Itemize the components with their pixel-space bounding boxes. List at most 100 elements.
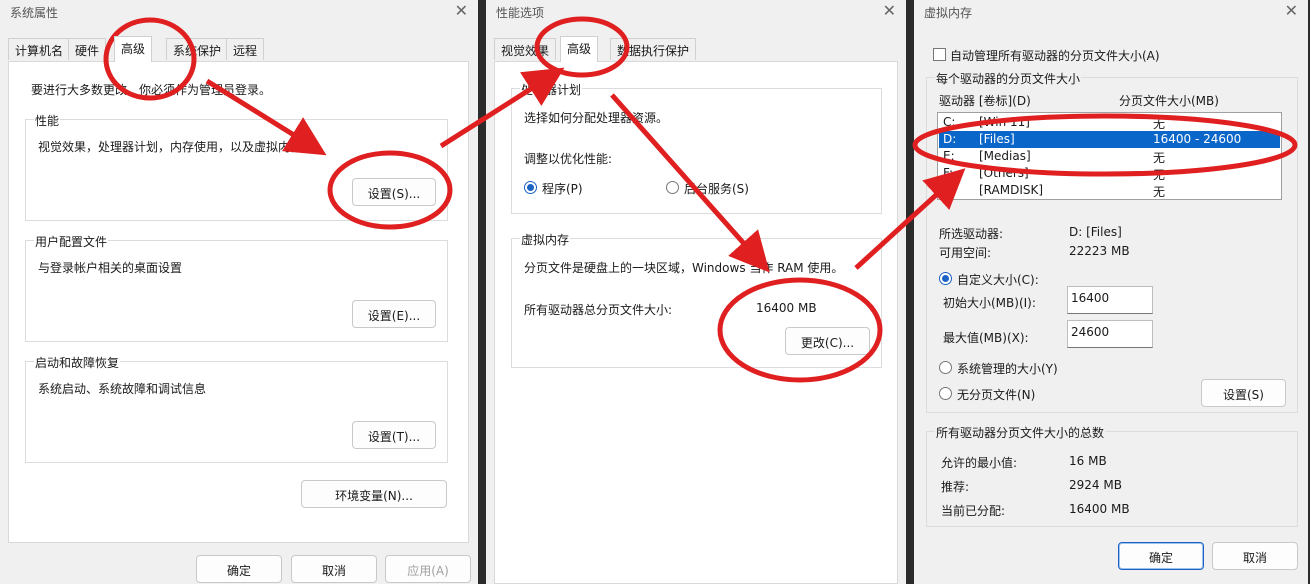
drive-row[interactable]: F: [Others] 无 (939, 165, 1280, 182)
recommended-value: 2924 MB (1069, 478, 1122, 492)
initial-size-label: 初始大小(MB)(I): (943, 296, 1036, 310)
programs-radio[interactable] (524, 181, 537, 194)
tab-dep[interactable]: 数据执行保护 (610, 38, 697, 60)
apply-button[interactable]: 应用(A) (385, 555, 471, 583)
cancel-button[interactable]: 取消 (1212, 542, 1298, 570)
col-drive-header: 驱动器 [卷标](D) (939, 94, 1031, 108)
drive-label: [Others] (979, 166, 1029, 180)
tab-system-protection[interactable]: 系统保护 (166, 38, 229, 60)
auto-manage-checkbox[interactable] (933, 48, 946, 61)
drive-row[interactable]: R: [RAMDISK] 无 (939, 182, 1280, 199)
startup-recovery-settings-button[interactable]: 设置(T)... (352, 421, 436, 449)
allocated-value: 16400 MB (1069, 502, 1130, 516)
drive-size: 16400 - 24600 (1153, 132, 1242, 146)
free-space-value: 22223 MB (1069, 244, 1130, 258)
background-services-label: 后台服务(S) (684, 182, 749, 196)
system-managed-label: 系统管理的大小(Y) (957, 362, 1058, 376)
col-size-header: 分页文件大小(MB) (1119, 94, 1219, 108)
user-profiles-desc: 与登录帐户相关的桌面设置 (38, 261, 183, 275)
virtual-memory-dialog: 虚拟内存 ✕ 自动管理所有驱动器的分页文件大小(A) 每个驱动器的分页文件大小 … (914, 0, 1308, 584)
close-icon[interactable]: ✕ (883, 1, 896, 20)
tab-hardware[interactable]: 硬件 (68, 38, 107, 60)
custom-size-label: 自定义大小(C): (957, 273, 1039, 287)
vm-desc: 分页文件是硬盘上的一块区域，Windows 当作 RAM 使用。 (524, 261, 844, 275)
dialog-title: 虚拟内存 (924, 6, 973, 20)
drive-size: 无 (1153, 185, 1166, 199)
startup-recovery-title: 启动和故障恢复 (34, 354, 121, 371)
vm-total-label: 所有驱动器总分页文件大小: (524, 303, 673, 317)
no-paging-radio[interactable] (939, 387, 952, 400)
min-label: 允许的最小值: (941, 456, 1018, 470)
virtual-memory-group: 虚拟内存 分页文件是硬盘上的一块区域，Windows 当作 RAM 使用。 所有… (511, 231, 882, 368)
admin-note: 要进行大多数更改，你必须作为管理员登录。 (31, 83, 272, 97)
custom-size-radio[interactable] (939, 272, 952, 285)
startup-recovery-desc: 系统启动、系统故障和调试信息 (38, 382, 207, 396)
user-profiles-title: 用户配置文件 (34, 233, 109, 250)
advanced-panel: 要进行大多数更改，你必须作为管理员登录。 性能 视觉效果，处理器计划，内存使用，… (8, 61, 469, 543)
close-icon[interactable]: ✕ (1285, 1, 1298, 20)
drive-size: 无 (1153, 151, 1166, 165)
user-profiles-settings-button[interactable]: 设置(E)... (352, 300, 436, 328)
advanced-panel: 处理器计划 选择如何分配处理器资源。 调整以优化性能: 程序(P) 后台服务(S… (494, 61, 898, 584)
allocated-label: 当前已分配: (941, 504, 1006, 518)
drive-label: [RAMDISK] (979, 183, 1044, 197)
environment-variables-button[interactable]: 环境变量(N)... (301, 480, 447, 508)
cancel-button[interactable]: 取消 (291, 555, 377, 583)
startup-recovery-group: 启动和故障恢复 系统启动、系统故障和调试信息 设置(T)... (25, 354, 448, 463)
title-bar: 系统属性 ✕ (0, 0, 478, 24)
title-bar: 虚拟内存 ✕ (914, 0, 1308, 24)
drive-size: 无 (1153, 117, 1166, 131)
max-size-input[interactable]: 24600 (1067, 320, 1153, 348)
per-drive-title: 每个驱动器的分页文件大小 (935, 70, 1082, 87)
drive-letter: E: (943, 149, 955, 163)
performance-desc: 视觉效果，处理器计划，内存使用，以及虚拟内存 (38, 140, 303, 154)
drive-letter: F: (943, 166, 954, 180)
drive-row-selected[interactable]: D: [Files] 16400 - 24600 (939, 131, 1280, 148)
vm-change-button[interactable]: 更改(C)... (785, 327, 870, 355)
drive-letter: C: (943, 115, 956, 129)
drive-label: [Files] (979, 132, 1015, 146)
ok-button[interactable]: 确定 (1118, 542, 1204, 570)
close-icon[interactable]: ✕ (455, 1, 468, 20)
recommended-label: 推荐: (941, 480, 970, 494)
tab-visual-effects[interactable]: 视觉效果 (494, 38, 557, 60)
tab-advanced[interactable]: 高级 (114, 36, 153, 62)
performance-options-dialog: 性能选项 ✕ 视觉效果 高级 数据执行保护 处理器计划 选择如何分配处理器资源。… (486, 0, 906, 584)
performance-settings-button[interactable]: 设置(S)... (352, 178, 436, 206)
processor-title: 处理器计划 (520, 81, 583, 98)
system-properties-dialog: 系统属性 ✕ 计算机名 硬件 高级 系统保护 远程 要进行大多数更改，你必须作为… (0, 0, 478, 584)
system-managed-radio[interactable] (939, 361, 952, 374)
drive-letter: D: (943, 132, 957, 146)
totals-group: 所有驱动器分页文件大小的总数 允许的最小值: 16 MB 推荐: 2924 MB… (926, 424, 1298, 527)
per-drive-group: 每个驱动器的分页文件大小 驱动器 [卷标](D) 分页文件大小(MB) C: [… (926, 70, 1298, 413)
adjust-label: 调整以优化性能: (524, 152, 613, 166)
no-paging-label: 无分页文件(N) (957, 388, 1036, 402)
tab-advanced[interactable]: 高级 (560, 36, 599, 62)
auto-manage-label: 自动管理所有驱动器的分页文件大小(A) (950, 49, 1160, 63)
drive-label: [Medias] (979, 149, 1031, 163)
drive-list[interactable]: C: [Win 11] 无 D: [Files] 16400 - 24600 E… (937, 112, 1282, 200)
selected-drive-label: 所选驱动器: (939, 227, 1004, 241)
user-profiles-group: 用户配置文件 与登录帐户相关的桌面设置 设置(E)... (25, 233, 448, 342)
initial-size-input[interactable]: 16400 (1067, 286, 1153, 314)
title-bar: 性能选项 ✕ (486, 0, 906, 24)
ok-button[interactable]: 确定 (196, 555, 282, 583)
drive-row[interactable]: C: [Win 11] 无 (939, 114, 1280, 131)
drive-row[interactable]: E: [Medias] 无 (939, 148, 1280, 165)
totals-title: 所有驱动器分页文件大小的总数 (935, 424, 1106, 441)
dialog-title: 性能选项 (496, 6, 545, 20)
drive-letter: R: (943, 183, 956, 197)
selected-drive-value: D: [Files] (1069, 225, 1122, 239)
set-button[interactable]: 设置(S) (1201, 379, 1286, 407)
drive-size: 无 (1153, 168, 1166, 182)
processor-scheduling-group: 处理器计划 选择如何分配处理器资源。 调整以优化性能: 程序(P) 后台服务(S… (511, 81, 882, 214)
background-services-radio[interactable] (666, 181, 679, 194)
min-value: 16 MB (1069, 454, 1107, 468)
programs-label: 程序(P) (542, 182, 583, 196)
vm-total-value: 16400 MB (756, 301, 817, 315)
free-space-label: 可用空间: (939, 246, 992, 260)
processor-desc: 选择如何分配处理器资源。 (524, 111, 669, 125)
max-size-label: 最大值(MB)(X): (943, 331, 1029, 345)
tab-remote[interactable]: 远程 (226, 38, 265, 60)
tab-computer-name[interactable]: 计算机名 (8, 38, 71, 60)
